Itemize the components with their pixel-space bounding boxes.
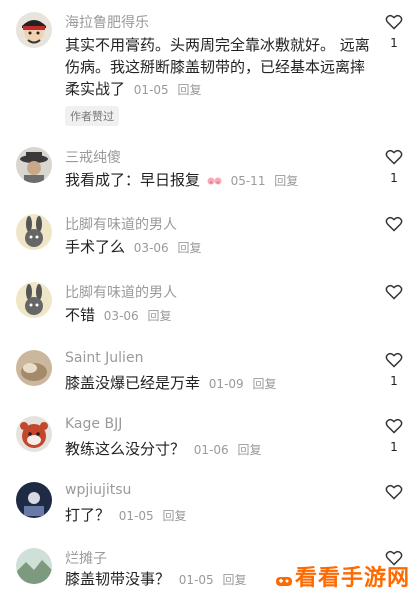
comment-text: 膝盖没爆已经是万幸 xyxy=(65,374,201,392)
reply-button[interactable]: 回复 xyxy=(177,83,201,97)
comment-time: 05-11 xyxy=(230,174,266,188)
comment-text-block: 教练这么没分寸？ 01-06 回复 xyxy=(65,438,373,461)
comment-item: Saint Julien 膝盖没爆已经是万幸 01-09 回复 1 xyxy=(0,346,418,406)
reply-button[interactable]: 回复 xyxy=(177,241,201,255)
heart-icon xyxy=(385,418,403,434)
heart-icon xyxy=(385,14,403,30)
comment-username[interactable]: wpjiujitsu xyxy=(65,482,131,498)
comment-text: 教练这么没分寸？ xyxy=(65,440,186,458)
like-count: 1 xyxy=(390,171,398,185)
like-button[interactable] xyxy=(382,284,406,300)
comment-text-block: 膝盖没爆已经是万幸 01-09 回复 xyxy=(65,372,373,395)
like-button[interactable]: 1 xyxy=(382,418,406,454)
watermark-text: 看看手游网 xyxy=(294,566,410,591)
comment-text-block: 其实不用膏药。头两周完全靠冰敷就好。 远离伤病。我这掰断膝盖韧带的，已经基本远离… xyxy=(65,34,373,101)
dark-photo-avatar-icon[interactable] xyxy=(16,482,52,518)
comment-item: 比脚有味道的男人 手术了么 03-06 回复 xyxy=(0,210,418,270)
reply-button[interactable]: 回复 xyxy=(237,443,261,457)
comment-text: 不错 xyxy=(65,306,96,324)
comment-text-block: 不错 03-06 回复 xyxy=(65,304,373,327)
comment-username[interactable]: 比脚有味道的男人 xyxy=(65,282,177,302)
like-count: 1 xyxy=(390,374,398,388)
comment-time: 01-06 xyxy=(193,443,229,457)
comment-time: 01-05 xyxy=(133,83,169,97)
rabbit-avatar-icon[interactable] xyxy=(16,282,52,318)
heart-icon xyxy=(385,484,403,500)
comment-time: 01-09 xyxy=(208,377,244,391)
bandana-avatar-icon[interactable] xyxy=(16,12,52,48)
comment-text-block: 我看成了：早日报复 05-11 回复 xyxy=(65,169,373,192)
comment-item: 比脚有味道的男人 不错 03-06 回复 xyxy=(0,278,418,338)
comment-username[interactable]: Kage BJJ xyxy=(65,416,122,432)
reply-button[interactable]: 回复 xyxy=(274,174,298,188)
comment-username[interactable]: 三戒纯傻 xyxy=(65,147,121,167)
comment-item: 三戒纯傻 我看成了：早日报复 05-11 回复 1 xyxy=(0,145,418,205)
site-watermark: 看看手游网 xyxy=(275,560,410,594)
comment-text: 打了？ xyxy=(65,506,111,524)
comment-username[interactable]: 烂摊子 xyxy=(65,548,107,568)
like-button[interactable]: 1 xyxy=(382,149,406,185)
rabbit-avatar-icon[interactable] xyxy=(16,214,52,250)
comment-item: Kage BJJ 教练这么没分寸？ 01-06 回复 1 xyxy=(0,414,418,474)
reply-button[interactable]: 回复 xyxy=(222,573,246,587)
author-liked-badge: 作者赞过 xyxy=(65,106,119,126)
reply-button[interactable]: 回复 xyxy=(147,309,171,323)
landscape-avatar-icon[interactable] xyxy=(16,548,52,584)
reply-button[interactable]: 回复 xyxy=(252,377,276,391)
like-button[interactable]: 1 xyxy=(382,14,406,50)
comment-text-block: 打了？ 01-05 回复 xyxy=(65,504,373,527)
like-button[interactable] xyxy=(382,216,406,232)
comment-time: 03-06 xyxy=(133,241,169,255)
comment-username[interactable]: Saint Julien xyxy=(65,350,143,366)
gamepad-icon xyxy=(275,569,293,594)
heart-icon xyxy=(385,284,403,300)
comment-item: 海拉鲁肥得乐 其实不用膏药。头两周完全靠冰敷就好。 远离伤病。我这掰断膝盖韧带的… xyxy=(0,0,418,135)
comment-username[interactable]: 海拉鲁肥得乐 xyxy=(65,12,149,32)
comment-text: 膝盖韧带没事？ xyxy=(65,570,171,588)
comment-text: 手术了么 xyxy=(65,238,126,256)
heart-icon xyxy=(385,352,403,368)
comment-text: 其实不用膏药。头两周完全靠冰敷就好。 远离伤病。我这掰断膝盖韧带的，已经基本远离… xyxy=(65,36,370,98)
comment-time: 01-05 xyxy=(178,573,214,587)
cat-avatar-icon[interactable] xyxy=(16,350,52,386)
comment-time: 03-06 xyxy=(103,309,139,323)
comment-item: wpjiujitsu 打了？ 01-05 回复 xyxy=(0,480,418,540)
heart-icon xyxy=(385,216,403,232)
comment-time: 01-05 xyxy=(118,509,154,523)
comment-text-block: 手术了么 03-06 回复 xyxy=(65,236,373,259)
comment-text: 我看成了：早日报复 xyxy=(65,171,201,189)
like-button[interactable]: 1 xyxy=(382,352,406,388)
like-count: 1 xyxy=(390,440,398,454)
like-count: 1 xyxy=(390,36,398,50)
like-button[interactable] xyxy=(382,484,406,500)
hat-man-avatar-icon[interactable] xyxy=(16,147,52,183)
heart-icon xyxy=(385,149,403,165)
red-panda-avatar-icon[interactable] xyxy=(16,416,52,452)
comment-username[interactable]: 比脚有味道的男人 xyxy=(65,214,177,234)
reply-button[interactable]: 回复 xyxy=(162,509,186,523)
pig-face-emoji-icon xyxy=(207,173,222,187)
